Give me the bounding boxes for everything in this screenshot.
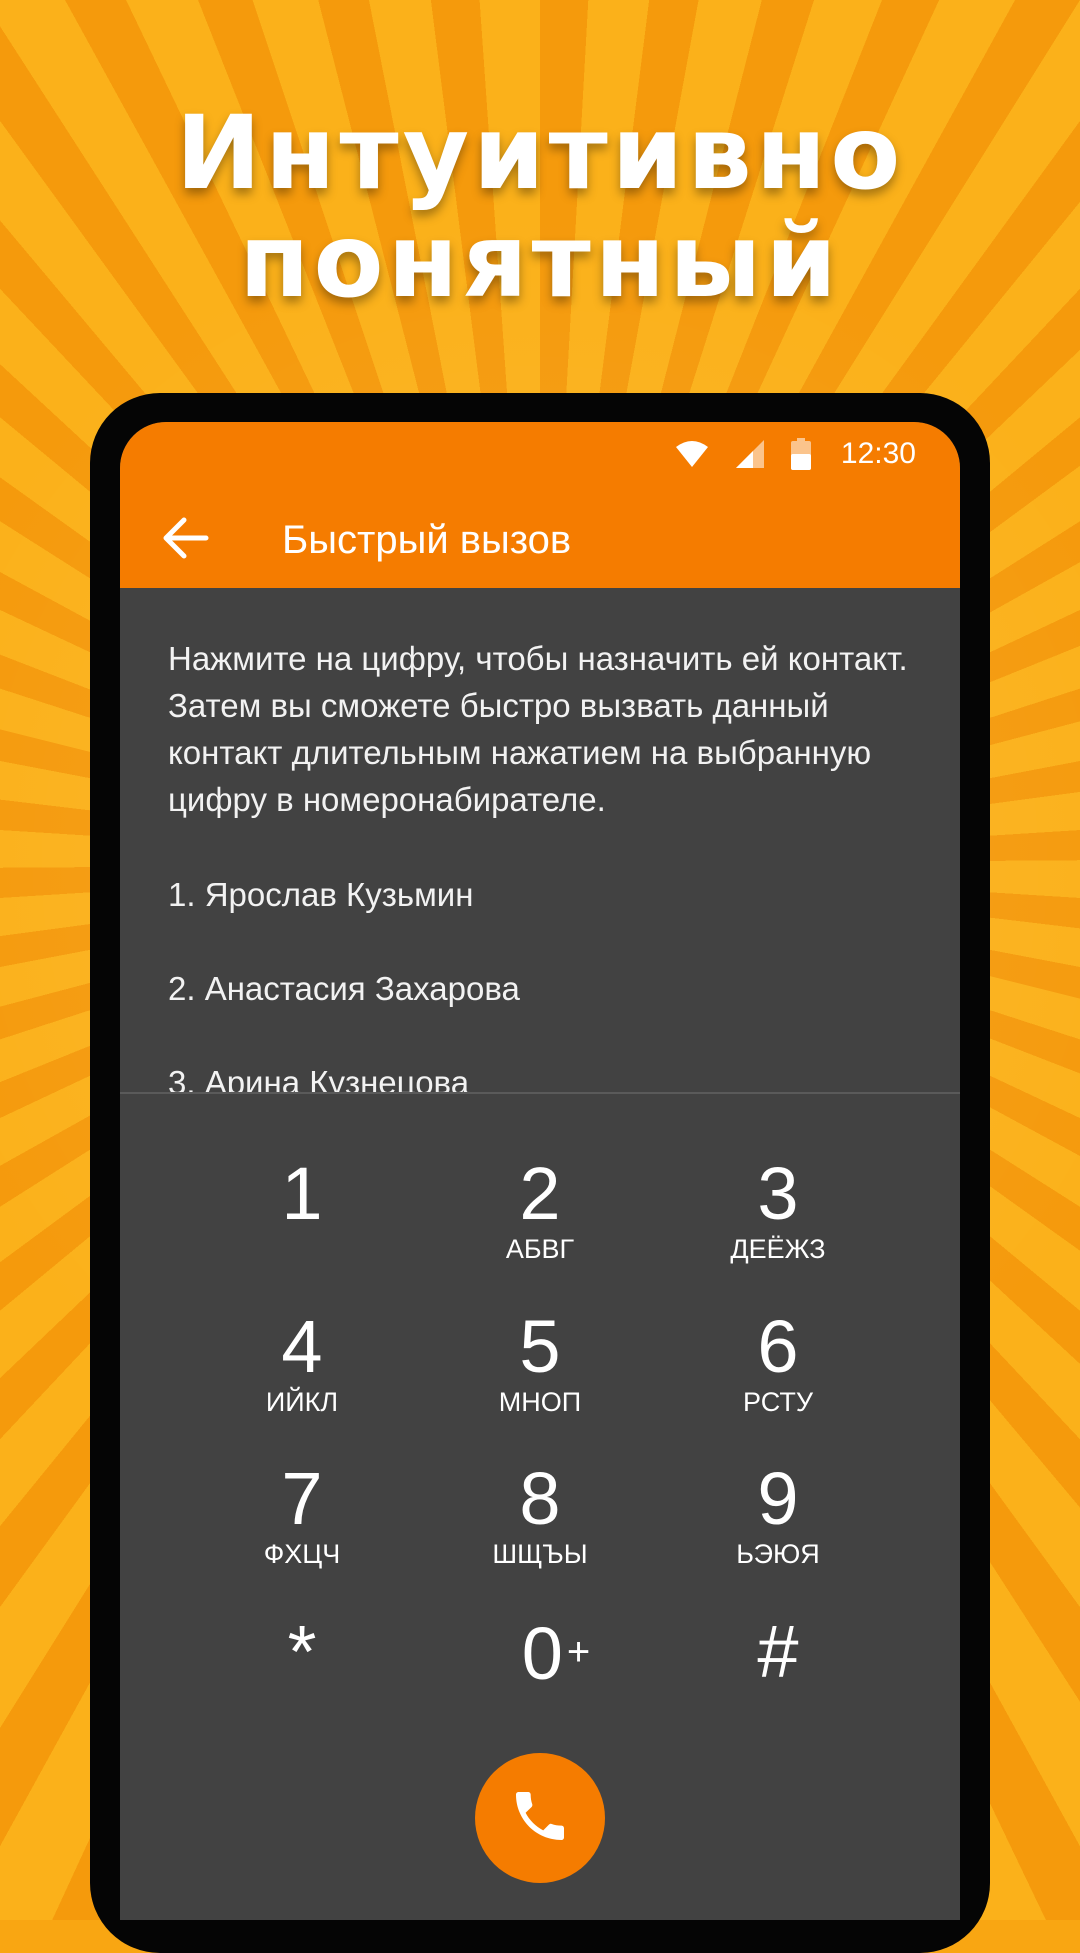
call-button[interactable]	[475, 1753, 605, 1883]
dialpad-key-hash[interactable]: #	[678, 1612, 878, 1752]
key-digit: 5	[519, 1305, 561, 1388]
dialpad-key-1[interactable]: 1	[202, 1154, 402, 1294]
key-digit: 8	[519, 1457, 561, 1540]
key-plus: +	[566, 1630, 591, 1674]
key-letters: РСТУ	[743, 1387, 813, 1417]
dialpad-key-4[interactable]: 4 ИЙКЛ	[202, 1307, 402, 1447]
key-digit: #	[757, 1610, 799, 1693]
arrow-back-icon	[162, 516, 210, 565]
signal-icon	[735, 439, 765, 469]
toolbar: Быстрый вызов	[120, 492, 960, 588]
key-letters: ЬЭЮЯ	[736, 1539, 820, 1569]
divider	[120, 1092, 960, 1094]
speed-dial-content: Нажмите на цифру, чтобы назначить ей кон…	[120, 588, 960, 1092]
key-letters: ШЩЪЫ	[492, 1539, 588, 1569]
dialpad-key-8[interactable]: 8 ШЩЪЫ	[440, 1459, 640, 1599]
status-time: 12:30	[840, 437, 916, 470]
dialpad-key-7[interactable]: 7 ФХЦЧ	[202, 1459, 402, 1599]
key-letters: ИЙКЛ	[265, 1387, 339, 1417]
dialpad-key-star[interactable]: *	[202, 1612, 402, 1752]
dialpad-key-0[interactable]: 0 +	[456, 1612, 656, 1752]
key-digit: 7	[281, 1457, 323, 1540]
battery-icon	[790, 438, 811, 470]
key-digit: 9	[757, 1457, 799, 1540]
speed-dial-item-2[interactable]: 2. Анастасия Захарова	[168, 965, 520, 1059]
key-digit: *	[287, 1610, 317, 1693]
key-letters: ДЕЁЖЗ	[730, 1234, 826, 1264]
wifi-icon	[675, 440, 709, 468]
toolbar-title: Быстрый вызов	[282, 517, 572, 562]
key-digit: 1	[281, 1152, 323, 1235]
key-digit: 2	[519, 1152, 561, 1235]
instructions-text: Нажмите на цифру, чтобы назначить ей кон…	[168, 640, 908, 818]
key-digit: 0 +	[456, 1612, 656, 1694]
speed-dial-list: 1. Ярослав Кузьмин 2. Анастасия Захарова…	[168, 871, 520, 1092]
promo-headline-line1: Интуитивно	[175, 94, 905, 213]
key-digit-zero: 0	[521, 1612, 563, 1695]
dialpad-key-9[interactable]: 9 ЬЭЮЯ	[678, 1459, 878, 1599]
dialpad-key-6[interactable]: 6 РСТУ	[678, 1307, 878, 1447]
promo-headline-line2: понятный	[239, 202, 841, 321]
key-letters: МНОП	[498, 1387, 582, 1417]
status-bar: 12:30	[675, 432, 916, 476]
dialpad-key-3[interactable]: 3 ДЕЁЖЗ	[678, 1154, 878, 1294]
back-button[interactable]	[130, 492, 242, 588]
phone-icon	[508, 1784, 572, 1853]
dialpad-key-5[interactable]: 5 МНОП	[440, 1307, 640, 1447]
promo-headline: Интуитивно понятный	[0, 100, 1080, 316]
app-bar: 12:30 Быстрый вызов	[120, 422, 960, 588]
key-digit: 6	[757, 1305, 799, 1388]
speed-dial-item-1[interactable]: 1. Ярослав Кузьмин	[168, 871, 520, 965]
phone-screen: 12:30 Быстрый вызов Нажмите на цифру, чт…	[120, 422, 960, 1920]
key-digit: 3	[757, 1152, 799, 1235]
key-letters: ФХЦЧ	[263, 1539, 341, 1569]
key-digit: 4	[281, 1305, 323, 1388]
key-letters: АБВГ	[505, 1234, 575, 1264]
dialpad-key-2[interactable]: 2 АБВГ	[440, 1154, 640, 1294]
speed-dial-item-3[interactable]: 3. Арина Кузнецова	[168, 1059, 520, 1092]
